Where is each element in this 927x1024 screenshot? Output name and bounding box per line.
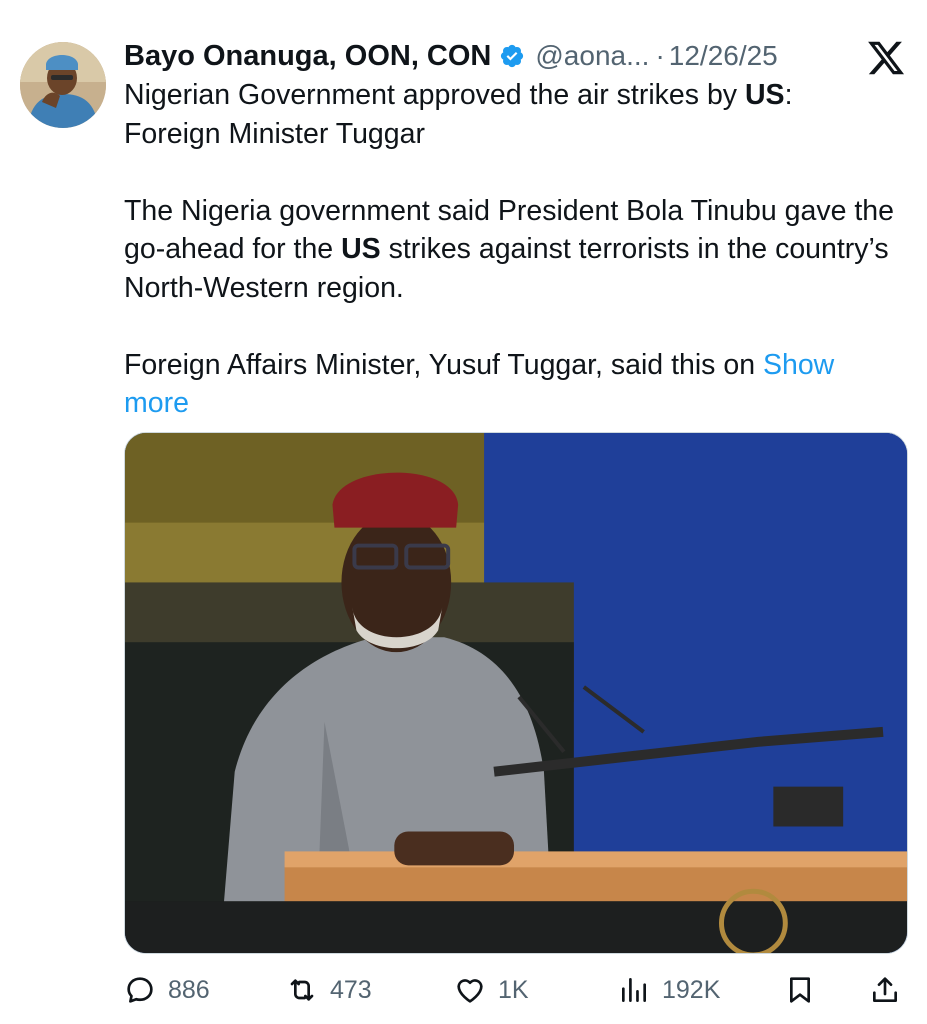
share-button[interactable] <box>869 966 901 1014</box>
para3-text: Foreign Affairs Minister, Yusuf Tuggar, … <box>124 348 763 381</box>
headline-bold: US <box>744 79 785 111</box>
views-count: 192K <box>662 975 721 1004</box>
like-button[interactable]: 1K <box>454 966 529 1014</box>
reply-icon <box>127 977 153 1003</box>
views-chart-icon <box>622 978 646 1002</box>
post-text: Nigerian Government approved the air str… <box>124 76 904 423</box>
avatar-image <box>20 42 106 128</box>
bookmark-button[interactable] <box>784 966 816 1014</box>
repost-button[interactable]: 473 <box>286 966 372 1014</box>
share-icon <box>873 977 897 1002</box>
reply-button[interactable]: 886 <box>124 966 210 1014</box>
headline-text: Nigerian Government approved the air str… <box>124 79 745 111</box>
like-count: 1K <box>498 975 529 1004</box>
author-name[interactable]: Bayo Onanuga, OON, CON <box>124 40 491 73</box>
heart-icon <box>457 979 483 1003</box>
post-paragraph-2: The Nigeria government said President Bo… <box>124 192 904 308</box>
repost-icon <box>290 979 314 1001</box>
action-bar: 886 473 1K 192K <box>124 966 908 1014</box>
verified-badge-icon <box>501 44 524 68</box>
post-image[interactable] <box>124 432 908 954</box>
post-date[interactable]: 12/26/25 <box>669 40 778 72</box>
author-handle[interactable]: @aona... <box>535 40 649 72</box>
para2-bold: US <box>341 233 381 265</box>
tweet[interactable]: Bayo Onanuga, OON, CON @aona... · 12/26/… <box>0 0 927 1024</box>
post-headline: Nigerian Government approved the air str… <box>124 76 904 153</box>
headline-line2: Foreign Minister Tuggar <box>124 117 425 150</box>
repost-count: 473 <box>330 975 372 1004</box>
reply-count: 886 <box>168 975 210 1004</box>
separator-dot: · <box>655 40 665 71</box>
avatar[interactable] <box>20 42 106 128</box>
post-paragraph-3: Foreign Affairs Minister, Yusuf Tuggar, … <box>124 346 904 423</box>
bookmark-icon <box>790 977 810 1003</box>
speaker-at-podium-photo <box>125 433 907 953</box>
post-header: Bayo Onanuga, OON, CON @aona... · 12/26/… <box>124 36 778 76</box>
x-logo-icon[interactable] <box>866 38 906 78</box>
headline-colon: : <box>784 79 793 111</box>
views-button[interactable]: 192K <box>618 966 720 1014</box>
